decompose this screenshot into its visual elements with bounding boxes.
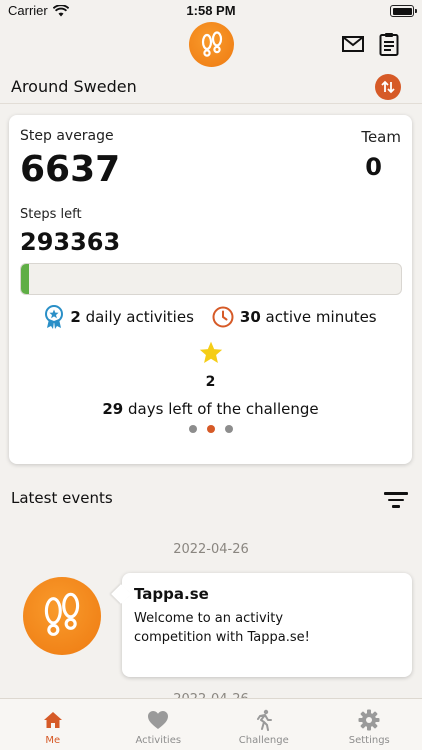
page-dot[interactable] xyxy=(206,425,215,433)
award-ribbon-icon xyxy=(45,305,64,329)
active-minutes-stat: 30 active minutes xyxy=(212,306,377,328)
tab-settings[interactable]: Settings xyxy=(317,699,422,750)
team-label: Team xyxy=(361,128,401,146)
tab-me-label: Me xyxy=(45,735,61,746)
gear-icon xyxy=(358,709,380,731)
clock: 1:58 PM xyxy=(186,3,236,18)
status-bar: Carrier 1:58 PM xyxy=(0,0,422,24)
tab-challenge-label: Challenge xyxy=(238,735,289,746)
battery-icon xyxy=(390,5,417,17)
challenge-header: Around Sweden xyxy=(0,70,422,104)
heart-icon xyxy=(148,711,169,729)
star-icon xyxy=(199,341,223,363)
tab-me[interactable]: Me xyxy=(0,699,106,750)
step-average-label: Step average xyxy=(20,128,114,144)
tab-challenge[interactable]: Challenge xyxy=(211,699,317,750)
daily-activities-stat: 2 daily activities xyxy=(44,305,194,329)
clipboard-button[interactable] xyxy=(377,32,401,56)
tab-settings-label: Settings xyxy=(348,735,390,746)
progress-fill xyxy=(21,264,29,294)
filter-button[interactable] xyxy=(383,489,409,509)
tab-bar: Me Activities Challenge Settings xyxy=(0,698,422,750)
days-left-count: 29 xyxy=(102,400,124,418)
page-dot[interactable] xyxy=(188,425,197,433)
tab-activities[interactable]: Activities xyxy=(106,699,212,750)
team-value: 0 xyxy=(365,153,382,181)
tab-activities-label: Activities xyxy=(135,735,182,746)
steps-left-label: Steps left xyxy=(20,207,82,222)
clipboard-icon xyxy=(379,33,399,56)
event-message[interactable]: Tappa.se Welcome to an activity competit… xyxy=(122,573,412,677)
event-date: 2022-04-26 xyxy=(173,542,249,557)
step-average-value: 6637 xyxy=(20,149,121,190)
star-count: 2 xyxy=(205,374,216,390)
progress-bar xyxy=(20,263,402,295)
home-icon xyxy=(43,712,62,728)
active-minutes-count: 30 xyxy=(239,308,261,326)
days-left-label: days left of the challenge xyxy=(128,400,319,418)
latest-events-title: Latest events xyxy=(11,489,113,507)
days-left: 29 days left of the challenge xyxy=(9,400,412,418)
runner-icon xyxy=(256,709,272,731)
event-text: Welcome to an activity competition with … xyxy=(134,611,310,645)
app-logo xyxy=(189,22,234,67)
page-dot[interactable] xyxy=(224,425,233,433)
stats-card[interactable]: Step average 6637 Team 0 Steps left 2933… xyxy=(9,115,412,464)
steps-left-value: 293363 xyxy=(20,228,121,256)
filter-icon xyxy=(383,489,409,508)
switch-challenge-button[interactable] xyxy=(375,74,401,100)
event-avatar xyxy=(23,577,101,655)
event-author: Tappa.se xyxy=(134,585,209,603)
footprints-icon xyxy=(201,30,222,57)
daily-activities-label: daily activities xyxy=(85,308,194,326)
page-indicator[interactable] xyxy=(9,425,412,433)
mail-icon xyxy=(342,36,364,52)
clock-icon xyxy=(212,306,234,328)
activity-stats: 2 daily activities 30 active minutes xyxy=(9,305,412,329)
daily-activities-count: 2 xyxy=(70,308,81,326)
active-minutes-label: active minutes xyxy=(265,308,377,326)
swap-arrows-icon xyxy=(381,80,395,94)
messages-button[interactable] xyxy=(341,32,365,56)
challenge-title: Around Sweden xyxy=(11,77,137,96)
footprints-icon xyxy=(44,592,80,636)
